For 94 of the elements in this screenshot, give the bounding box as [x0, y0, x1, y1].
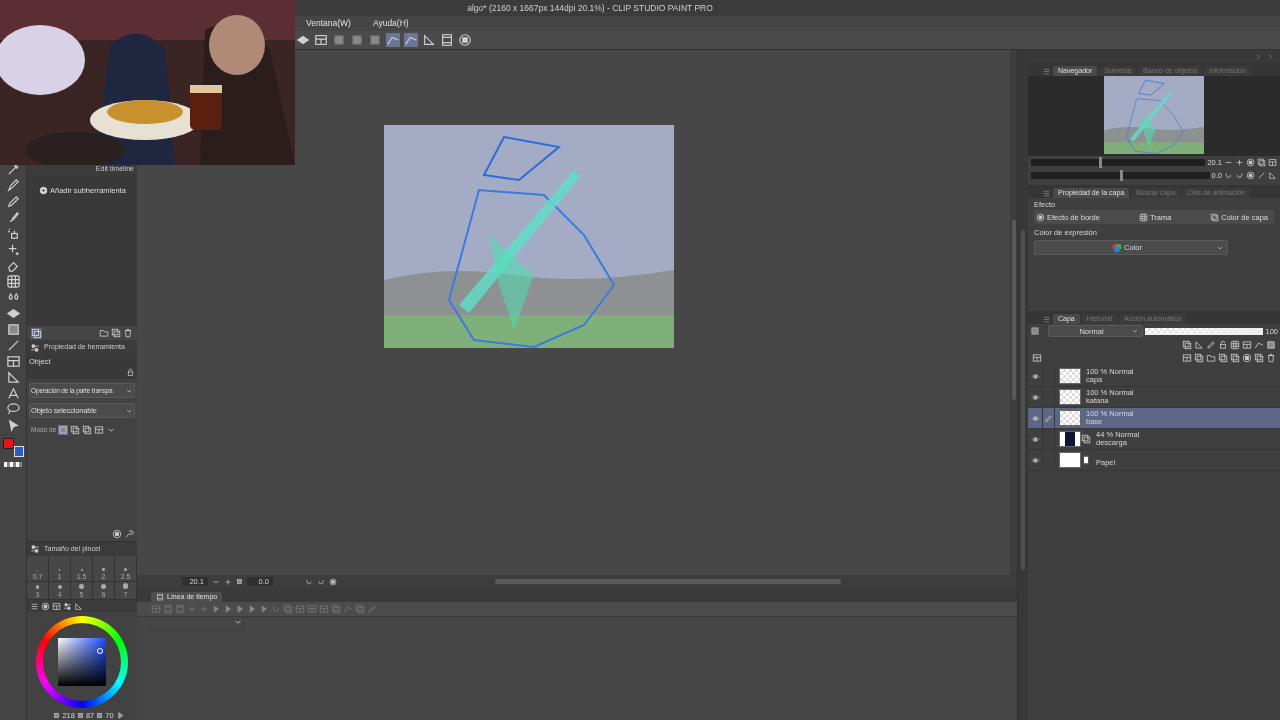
gradient-icon[interactable] — [5, 322, 21, 337]
panel-menu-icon[interactable] — [1042, 67, 1051, 76]
color-tab-icon[interactable] — [63, 601, 72, 611]
layer-thumbnail — [1059, 410, 1081, 426]
frame-icon[interactable] — [5, 354, 21, 369]
layer-icon[interactable] — [350, 33, 364, 47]
add-icon — [39, 186, 48, 195]
layer-action-icon[interactable] — [1182, 353, 1192, 363]
timeline-icon — [156, 592, 164, 601]
text-tool-icon[interactable] — [5, 386, 21, 401]
fill-icon[interactable] — [296, 33, 310, 47]
sliders-icon — [30, 342, 40, 353]
effect-icon — [1138, 212, 1148, 222]
color-tab-icon[interactable] — [41, 601, 50, 611]
mode-icon[interactable] — [58, 425, 69, 435]
trash-icon[interactable] — [1266, 353, 1276, 363]
ruler-icon[interactable] — [386, 33, 400, 47]
ruler-icon[interactable] — [404, 33, 418, 47]
zoom-in-icon[interactable] — [1235, 158, 1244, 167]
layer-thumbnail — [1059, 452, 1081, 468]
rotate-icon[interactable] — [317, 577, 325, 586]
ruler-icon[interactable] — [5, 370, 21, 385]
eye-icon[interactable] — [1030, 413, 1040, 423]
opacity-slider[interactable] — [1145, 327, 1264, 335]
pencil-icon — [1044, 413, 1053, 423]
lock-icon[interactable] — [126, 368, 135, 377]
layer-thumbnail — [1059, 389, 1081, 405]
transparent-color-icon[interactable] — [4, 462, 22, 467]
eye-icon[interactable] — [1030, 392, 1040, 402]
panel-layout-icon[interactable] — [1032, 353, 1042, 363]
layer-action-icon[interactable] — [1242, 353, 1252, 363]
ruler-icon[interactable] — [422, 33, 436, 47]
layer-icon[interactable] — [332, 33, 346, 47]
layers-icon[interactable] — [111, 328, 121, 338]
effect-icon — [1210, 212, 1220, 222]
layer-color-icon[interactable] — [1030, 326, 1040, 336]
scrollbar-thumb[interactable] — [495, 579, 841, 584]
help-icon[interactable] — [458, 33, 472, 47]
layer-option-icon[interactable] — [1230, 340, 1240, 350]
mode-icon[interactable] — [94, 425, 105, 435]
zoom-in-icon[interactable] — [224, 577, 232, 586]
slider-track[interactable] — [1031, 159, 1206, 166]
brush-size-icon — [30, 544, 40, 554]
lasso-icon[interactable] — [5, 402, 21, 417]
layer-icon[interactable] — [368, 33, 382, 47]
trash-icon[interactable] — [123, 328, 133, 338]
layer-thumbnail — [1059, 368, 1081, 384]
menu-item[interactable]: Ayuda(H) — [372, 18, 409, 29]
eye-icon[interactable] — [1030, 455, 1040, 465]
mode-icon[interactable] — [70, 425, 81, 435]
panel-menu-icon[interactable] — [30, 601, 39, 611]
color-icon — [1112, 242, 1123, 253]
reset-icon[interactable] — [112, 529, 122, 539]
grid-icon[interactable] — [5, 274, 21, 289]
value-icon — [53, 712, 61, 719]
fullscreen-icon[interactable] — [1268, 158, 1277, 167]
value-icon — [96, 712, 104, 719]
layer-option-icon[interactable] — [1218, 340, 1228, 350]
wrench-icon[interactable] — [124, 529, 134, 539]
panel-menu-icon[interactable] — [1042, 315, 1051, 324]
layer-option-icon[interactable] — [1242, 340, 1252, 350]
slider-thumb[interactable] — [1120, 170, 1124, 181]
value-icon — [76, 712, 84, 719]
subtool-icon[interactable] — [31, 327, 42, 339]
layer-thumbnail — [1059, 431, 1081, 447]
effect-icon — [1036, 212, 1045, 222]
eye-icon[interactable] — [1030, 371, 1040, 381]
fill-icon[interactable] — [5, 306, 21, 321]
menu-item[interactable]: Ventana(W) — [306, 18, 351, 29]
slider-thumb[interactable] — [1099, 157, 1102, 168]
rotate-right-icon[interactable] — [1235, 171, 1244, 180]
mode-icon[interactable] — [82, 425, 93, 435]
image-layer-icon — [1081, 434, 1091, 444]
window-title: algo* (2160 x 1667px 144dpi 20.1%) - CLIP STUDIO PAINT PRO — [467, 2, 713, 14]
reset-icon[interactable] — [329, 577, 337, 586]
caret-icon — [1131, 327, 1139, 335]
panel-menu-icon[interactable] — [1042, 189, 1051, 198]
paper-layer-icon — [1081, 455, 1091, 465]
folder-icon[interactable] — [99, 328, 109, 338]
reset-icon[interactable] — [1246, 171, 1255, 180]
pen-icon[interactable] — [5, 178, 21, 193]
color-tab-icon[interactable] — [52, 601, 61, 611]
main-color-swatch[interactable] — [3, 438, 14, 449]
airbrush-icon[interactable] — [5, 226, 21, 241]
color-square[interactable] — [58, 638, 106, 686]
slider-track[interactable] — [1031, 172, 1210, 179]
sub-color-swatch[interactable] — [14, 446, 24, 457]
pencil-icon[interactable] — [5, 194, 21, 209]
eye-icon[interactable] — [1030, 434, 1040, 444]
layer-action-icon[interactable] — [1254, 353, 1264, 363]
color-tab-icon[interactable] — [74, 601, 83, 611]
scrollbar-thumb[interactable] — [1011, 220, 1016, 400]
rotate-left-icon[interactable] — [1224, 171, 1233, 180]
rotate-icon[interactable] — [305, 577, 313, 586]
